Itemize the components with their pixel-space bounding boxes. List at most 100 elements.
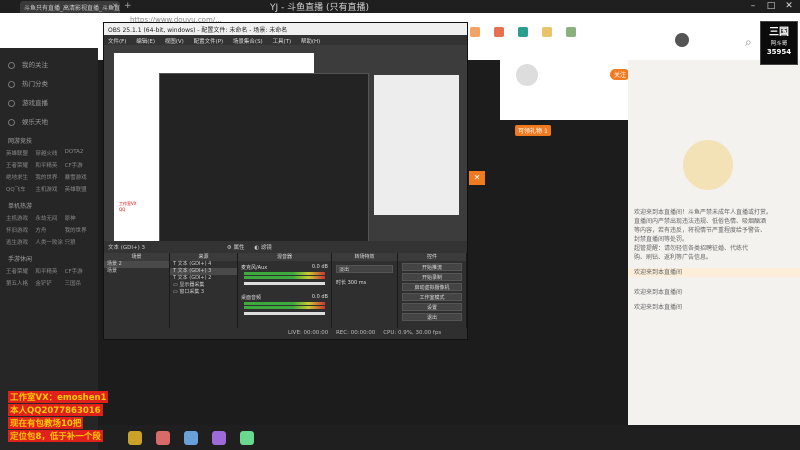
category-link[interactable]: CF手游 <box>65 161 92 169</box>
transition-select[interactable]: 淡出 <box>336 265 393 273</box>
crown-icon[interactable] <box>542 27 552 37</box>
category-link[interactable]: CF手游 <box>65 267 92 275</box>
category-link[interactable]: 和平精英 <box>35 161 62 169</box>
bell-icon[interactable] <box>518 27 528 37</box>
exit-button[interactable]: 退出 <box>402 313 462 321</box>
category-link[interactable]: 只狼 <box>65 238 92 246</box>
category-link[interactable]: 英雄联盟 <box>6 149 33 157</box>
volume-slider[interactable] <box>244 282 325 285</box>
promo-watermark: 工作室VX：emoshen1 本人QQ2077863016 现在有包教场10把 … <box>8 391 138 443</box>
category-link[interactable]: 绝地求生 <box>6 173 33 181</box>
chat-user-line: 欢迎来到本直播间 <box>634 304 683 311</box>
smile-icon <box>8 119 15 126</box>
streamer-avatar[interactable] <box>516 64 538 86</box>
category-link[interactable]: 永劫无间 <box>35 214 62 222</box>
live-time: LIVE: 00:00:00 <box>288 330 329 336</box>
category-link[interactable]: DOTA2 <box>65 149 92 157</box>
gift-claim-button[interactable]: 可领礼物 1 <box>515 125 551 136</box>
source-item[interactable]: ▭ 显示器采集 <box>170 282 237 289</box>
category-link[interactable]: 逃生游戏 <box>6 238 33 246</box>
category-link[interactable]: 人类一败涂地 <box>35 238 62 246</box>
transitions-dock: 转场特效 淡出 时长 300 ms <box>332 253 398 339</box>
category-link[interactable]: 英雄联盟 <box>65 185 92 193</box>
audio-meter <box>244 306 325 309</box>
browser-tab[interactable]: 斗鱼只有直播_高清影视直播_斗鱼直播 <box>20 1 120 13</box>
studio-mode-button[interactable]: 工作室模式 <box>402 293 462 301</box>
scenes-dock: 场景 场景 2 场景 + − ⌃ ⌄ <box>104 253 170 339</box>
watermark-line: 本人QQ2077863016 <box>8 404 103 416</box>
logo-subtitle: 阿斗哥 <box>770 41 788 47</box>
stream-info-bar <box>500 60 630 120</box>
duration-field[interactable]: 时长 300 ms <box>332 277 397 288</box>
new-tab-button[interactable]: + <box>124 1 132 11</box>
category-link[interactable]: 和平精英 <box>35 267 62 275</box>
category-link[interactable]: QQ飞车 <box>6 185 33 193</box>
sidebar-item-hot[interactable]: 热门分类 <box>0 75 98 94</box>
category-link[interactable]: 金铲铲 <box>35 279 62 287</box>
category-link[interactable]: 三国杀 <box>65 279 92 287</box>
dock-title: 来源 <box>170 253 237 261</box>
volume-slider[interactable] <box>244 312 325 315</box>
window-title: YJ - 斗鱼直播 (只有直播) <box>270 3 370 13</box>
category-link[interactable]: 主机游戏 <box>35 185 62 193</box>
category-link[interactable]: 我的世界 <box>65 226 92 234</box>
star-icon[interactable] <box>494 27 504 37</box>
watermark-line: 工作室VX：emoshen1 <box>8 391 109 403</box>
search-icon[interactable]: ⌕ <box>745 35 752 50</box>
category-link[interactable]: 第五人格 <box>6 279 33 287</box>
sources-dock: 来源 T 文本 (GDI+) 4 T 文本 (GDI+) 3 T 文本 (GDI… <box>170 253 238 339</box>
gift-icon[interactable] <box>212 431 226 445</box>
gift-icon[interactable] <box>470 27 480 37</box>
nested-capture <box>159 73 369 243</box>
start-streaming-button[interactable]: 开始推流 <box>402 263 462 271</box>
close-tab-icon[interactable]: ✕ <box>112 2 118 10</box>
category-link[interactable]: 方舟 <box>35 226 62 234</box>
obs-status-bar: LIVE: 00:00:00 REC: 00:00:00 CPU: 0.9%, … <box>104 328 467 339</box>
chart-icon[interactable] <box>566 27 576 37</box>
avatar[interactable] <box>675 33 689 47</box>
logo-title: 三国 <box>769 27 789 38</box>
obs-preview[interactable]: 工作室VX QQ <box>104 45 467 263</box>
gift-icon[interactable] <box>240 431 254 445</box>
left-sidebar: 我的关注 热门分类 游戏直播 娱乐天地 网游竞技 英雄联盟 穿越火线 DOTA2… <box>0 48 98 450</box>
category-link[interactable]: 原神 <box>65 214 92 222</box>
sidebar-item-games[interactable]: 游戏直播 <box>0 94 98 113</box>
maximize-button[interactable]: □ <box>762 0 780 13</box>
category-link[interactable]: 穿越火线 <box>35 149 62 157</box>
category-link[interactable]: 暴雪游戏 <box>65 173 92 181</box>
source-toolbar: 文本 (GDI+) 3 ⚙ 属性 ◐ 滤镜 <box>104 241 467 253</box>
sidebar-category-grid: 英雄联盟 穿越火线 DOTA2 王者荣耀 和平精英 CF手游 绝地求生 我的世界… <box>0 145 98 197</box>
gift-icon[interactable] <box>184 431 198 445</box>
start-recording-button[interactable]: 开始录制 <box>402 273 462 281</box>
sidebar-item-follow[interactable]: 我的关注 <box>0 56 98 75</box>
source-item[interactable]: T 文本 (GDI+) 4 <box>170 261 237 268</box>
properties-button[interactable]: ⚙ 属性 <box>227 245 245 251</box>
close-window-button[interactable]: ✕ <box>780 0 798 13</box>
rec-time: REC: 00:00:00 <box>335 330 376 336</box>
sidebar-section-title: 手游休闲 <box>8 256 33 263</box>
sidebar-category-grid: 王者荣耀 和平精英 CF手游 第五人格 金铲铲 三国杀 <box>0 263 98 291</box>
category-link[interactable]: 我的世界 <box>35 173 62 181</box>
source-item[interactable]: T 文本 (GDI+) 2 <box>170 275 237 282</box>
category-link[interactable]: 主机游戏 <box>6 214 33 222</box>
follow-button[interactable]: 关注 <box>610 69 631 80</box>
sidebar-item-fun[interactable]: 娱乐天地 <box>0 113 98 132</box>
close-icon[interactable]: ✕ <box>469 171 485 185</box>
filters-button[interactable]: ◐ 滤镜 <box>254 245 272 251</box>
browser-tab-bar <box>0 0 800 13</box>
category-link[interactable]: 怀旧游戏 <box>6 226 33 234</box>
settings-button[interactable]: 设置 <box>402 303 462 311</box>
gift-icon[interactable] <box>156 431 170 445</box>
source-item[interactable]: T 文本 (GDI+) 3 <box>170 268 237 275</box>
source-item[interactable]: ▭ 窗口采集 3 <box>170 289 237 296</box>
chat-message: 直播间内严禁出现违法违规、低俗色情、吸烟酗酒 <box>634 218 767 225</box>
virtual-camera-button[interactable]: 启动虚拟摄像机 <box>402 283 462 291</box>
category-link[interactable]: 王者荣耀 <box>6 267 33 275</box>
room-number: 35954 <box>766 48 792 56</box>
category-link[interactable]: 王者荣耀 <box>6 161 33 169</box>
minimize-button[interactable]: – <box>744 0 762 13</box>
scene-item[interactable]: 场景 2 <box>104 261 169 268</box>
obs-docks: 场景 场景 2 场景 + − ⌃ ⌄ 来源 T 文本 (GDI+) 4 T 文本… <box>104 253 467 339</box>
scene-item[interactable]: 场景 <box>104 268 169 275</box>
gift-bar <box>98 425 800 450</box>
